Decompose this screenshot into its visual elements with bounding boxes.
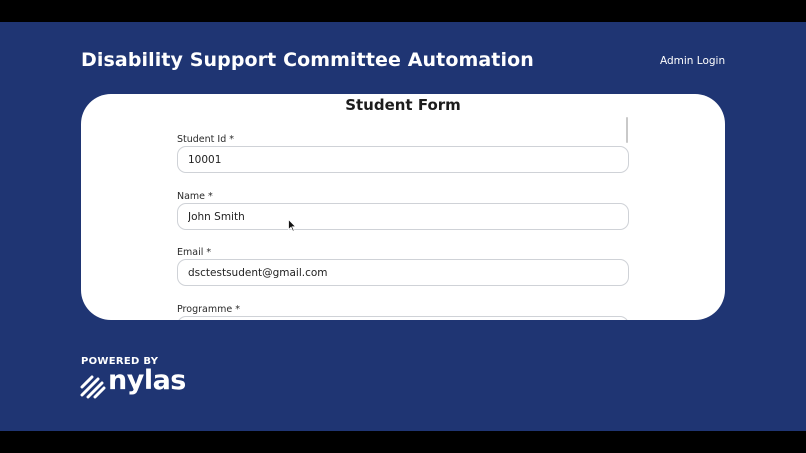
email-input[interactable] xyxy=(177,259,629,286)
letterbox-bottom xyxy=(0,431,806,453)
admin-login-link[interactable]: Admin Login xyxy=(660,55,725,67)
student-id-label: Student Id * xyxy=(177,134,235,145)
student-form-card: Student Form Student Id * Name * Email *… xyxy=(81,94,725,320)
brand-name: nylas xyxy=(108,365,186,396)
form-title: Student Form xyxy=(345,96,461,114)
student-id-input[interactable] xyxy=(177,146,629,173)
name-label: Name * xyxy=(177,191,213,202)
email-field: Email * xyxy=(177,246,629,286)
programme-label: Programme * xyxy=(177,304,240,315)
nylas-logo-icon xyxy=(80,375,106,399)
letterbox-top xyxy=(0,0,806,22)
nylas-logo: nylas xyxy=(80,365,186,399)
name-input[interactable] xyxy=(177,203,629,230)
app-window: Disability Support Committee Automation … xyxy=(0,22,806,431)
mouse-pointer-icon xyxy=(288,219,296,232)
programme-input[interactable] xyxy=(177,316,629,320)
student-id-field: Student Id * xyxy=(177,133,629,173)
programme-field: Programme * xyxy=(177,303,629,320)
email-label: Email * xyxy=(177,247,212,258)
name-field: Name * xyxy=(177,190,629,230)
page-title: Disability Support Committee Automation xyxy=(81,49,534,71)
